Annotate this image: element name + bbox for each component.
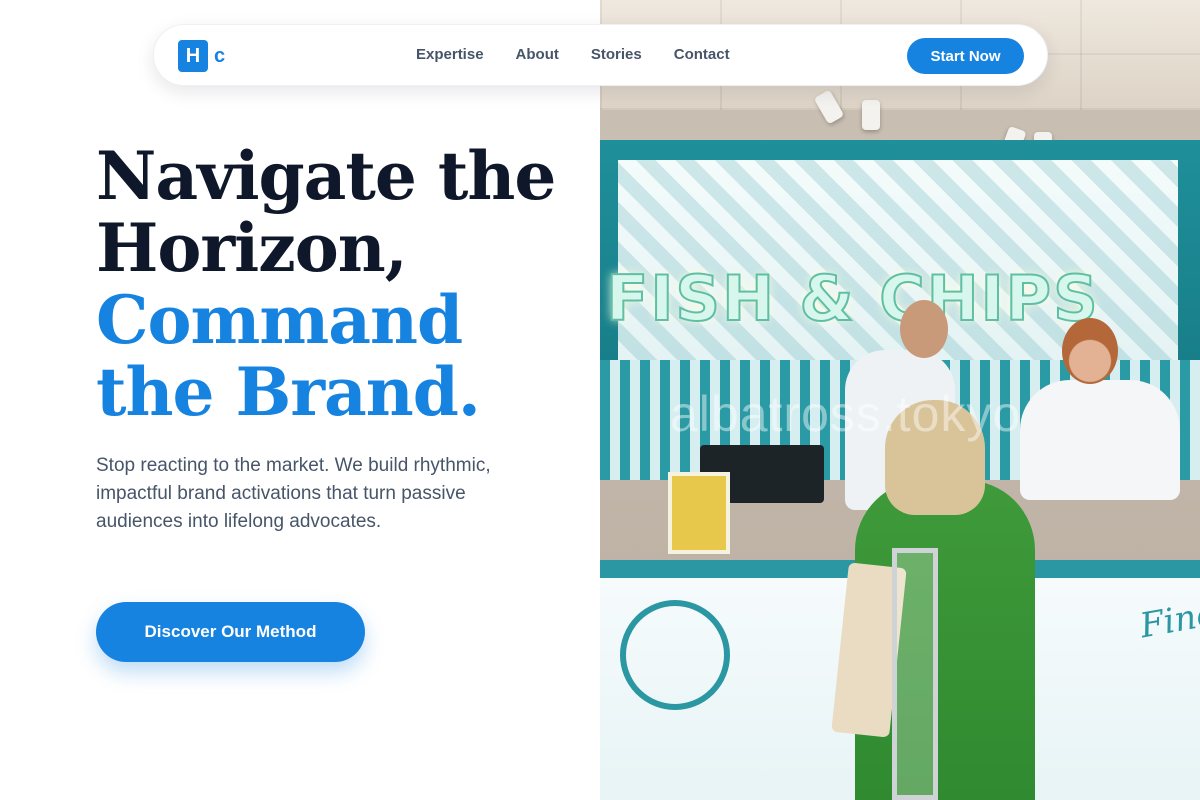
logo-mark: H (178, 40, 208, 72)
watermark: albatross.tokyo (670, 386, 1022, 442)
staff-member (1020, 380, 1180, 500)
nav-link-expertise[interactable]: Expertise (416, 46, 484, 63)
cat-logo-icon (620, 600, 730, 710)
nav-link-stories[interactable]: Stories (591, 46, 642, 63)
promo-card (668, 472, 730, 554)
hero-title-accent-line: the Brand. (96, 353, 481, 431)
discover-method-button[interactable]: Discover Our Method (96, 602, 365, 662)
hero-image: FISH & CHIPS Fine albatross.tokyo (600, 0, 1200, 800)
logo-suffix: c (214, 44, 226, 67)
staff-member-head (1062, 318, 1118, 384)
top-nav: H c Expertise About Stories Contact Star… (153, 24, 1048, 86)
logo[interactable]: H c (178, 39, 225, 73)
nav-links: Expertise About Stories Contact (416, 46, 730, 63)
hero-title: Navigate the Horizon, Command the Brand. (96, 140, 576, 428)
nav-link-about[interactable]: About (516, 46, 559, 63)
hero-subtitle: Stop reacting to the market. We build rh… (96, 455, 491, 532)
start-now-button[interactable]: Start Now (907, 38, 1024, 74)
hero-title-accent-line: Command (96, 281, 463, 359)
spotlight (862, 100, 880, 130)
nav-link-contact[interactable]: Contact (674, 46, 730, 63)
display-stand (892, 548, 938, 800)
staff-member-head (900, 300, 948, 358)
hero-title-line: Horizon, (96, 209, 408, 287)
hero-title-line: Navigate the (96, 137, 556, 215)
